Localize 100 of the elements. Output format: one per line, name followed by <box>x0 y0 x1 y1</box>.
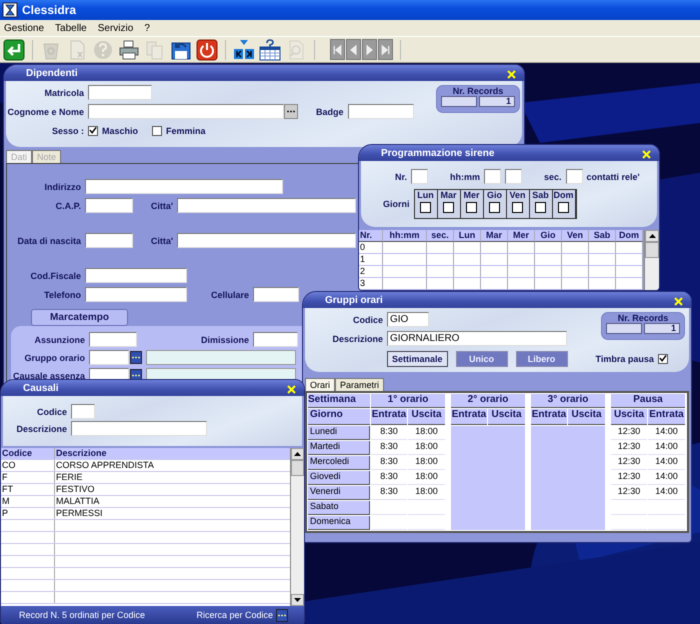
search-button[interactable] <box>276 608 288 622</box>
field-label: Sesso : <box>50 126 84 136</box>
input-field[interactable] <box>85 198 133 213</box>
printer-icon[interactable] <box>118 38 140 60</box>
input-field[interactable] <box>89 350 129 365</box>
close-icon[interactable] <box>674 297 683 306</box>
checkbox[interactable] <box>152 126 162 136</box>
ellipsis-icon <box>278 614 286 616</box>
enter-icon[interactable] <box>3 38 25 60</box>
scrollbar[interactable] <box>644 230 659 290</box>
checkbox[interactable] <box>535 202 546 213</box>
column-header: Dom <box>616 230 643 242</box>
close-icon[interactable] <box>642 150 651 159</box>
column-header: Codice <box>1 448 55 459</box>
power-icon[interactable] <box>196 38 218 60</box>
field-label: Descrizione <box>15 424 67 434</box>
checkbox[interactable] <box>489 202 500 213</box>
checkbox[interactable] <box>466 202 477 213</box>
lookup-button[interactable] <box>130 351 142 364</box>
close-icon[interactable] <box>287 385 296 394</box>
table-cell <box>562 254 589 266</box>
checkbox[interactable] <box>88 126 98 136</box>
scrollbar[interactable] <box>290 448 304 606</box>
input-field[interactable] <box>253 287 299 302</box>
checkbox[interactable] <box>420 202 431 213</box>
column-header: Sab <box>589 230 616 242</box>
input-field[interactable] <box>505 169 522 184</box>
table-cell <box>481 242 508 254</box>
table-cell: 18:00 <box>408 441 445 455</box>
table-cell: 8:30 <box>371 486 407 500</box>
lookup-button[interactable] <box>284 104 298 119</box>
field-label: Badge <box>316 106 344 116</box>
column-header: Nr. <box>359 230 383 242</box>
input-field[interactable] <box>88 85 152 100</box>
scroll-thumb[interactable] <box>291 460 304 476</box>
down-arrow-icon <box>294 598 301 602</box>
scroll-down-button[interactable] <box>291 594 304 606</box>
field-label: Causale assenza <box>12 370 85 380</box>
table-cell <box>383 242 427 254</box>
scroll-up-button[interactable] <box>291 448 304 460</box>
tab[interactable]: Parametri <box>335 378 384 391</box>
menu-item[interactable]: ? <box>144 22 150 34</box>
field-label: C.A.P. <box>54 200 81 210</box>
close-icon[interactable] <box>507 70 516 79</box>
checkbox[interactable] <box>512 202 523 213</box>
input-field[interactable] <box>85 268 187 283</box>
field-label: Codice <box>36 406 67 416</box>
input-field[interactable] <box>89 332 137 347</box>
table-cell <box>535 278 562 290</box>
table-cell: 18:00 <box>408 471 445 485</box>
field-label: Citta' <box>150 200 173 210</box>
day-label: Dom <box>554 190 574 200</box>
table-cell: 12:30 <box>611 471 647 485</box>
scroll-thumb[interactable] <box>645 242 659 258</box>
menu-item[interactable]: Tabelle <box>55 22 87 34</box>
table-cell: P <box>1 508 55 519</box>
filter-icon[interactable] <box>233 38 255 60</box>
input-field[interactable] <box>71 421 207 436</box>
input-field[interactable]: GIO <box>387 312 429 327</box>
input-field[interactable] <box>88 104 284 119</box>
checkbox[interactable] <box>443 202 454 213</box>
table-cell: FT <box>1 484 55 495</box>
row-header: Mercoledi <box>308 456 370 470</box>
table-cell <box>562 266 589 278</box>
input-field[interactable] <box>566 169 583 184</box>
input-field[interactable] <box>253 332 298 347</box>
input-field[interactable] <box>348 104 414 119</box>
skip-arrow-icon <box>379 42 392 58</box>
table-cell <box>616 242 643 254</box>
record-count: 1 <box>644 323 680 334</box>
checkbox[interactable] <box>558 202 569 213</box>
scroll-up-button[interactable] <box>645 230 659 242</box>
up-arrow-icon <box>648 234 656 238</box>
input-field[interactable] <box>177 198 356 213</box>
table-cell: M <box>1 496 55 507</box>
mode-button[interactable]: Settimanale <box>387 350 448 366</box>
table-cell-text: PERMESSI <box>55 508 104 519</box>
table-cell <box>454 254 481 266</box>
input-field[interactable] <box>177 233 356 248</box>
menu-item[interactable]: Servizio <box>98 22 134 34</box>
menu-item[interactable]: Gestione <box>4 22 44 34</box>
checkbox[interactable] <box>658 354 668 364</box>
input-field[interactable] <box>484 169 502 184</box>
table-cell <box>427 254 454 266</box>
status-text: Record N. 5 ordinati per Codice <box>19 610 146 620</box>
table-cell: 14:00 <box>648 426 685 440</box>
field-label: Cod.Fiscale <box>29 270 81 280</box>
input-field[interactable] <box>85 287 187 302</box>
calendar-icon[interactable] <box>259 38 281 60</box>
column-header: hh:mm <box>383 230 427 242</box>
input-field[interactable] <box>411 169 428 184</box>
status-text: Ricerca per Codice <box>196 610 273 620</box>
column-header: Entrata <box>371 409 407 425</box>
tab[interactable]: Orari <box>305 378 335 391</box>
field-label: Citta' <box>150 236 173 246</box>
input-field[interactable] <box>71 404 95 419</box>
up-arrow-icon <box>294 452 301 456</box>
input-field[interactable] <box>85 179 283 194</box>
input-field[interactable] <box>85 233 133 248</box>
input-field[interactable]: GIORNALIERO <box>387 331 567 346</box>
